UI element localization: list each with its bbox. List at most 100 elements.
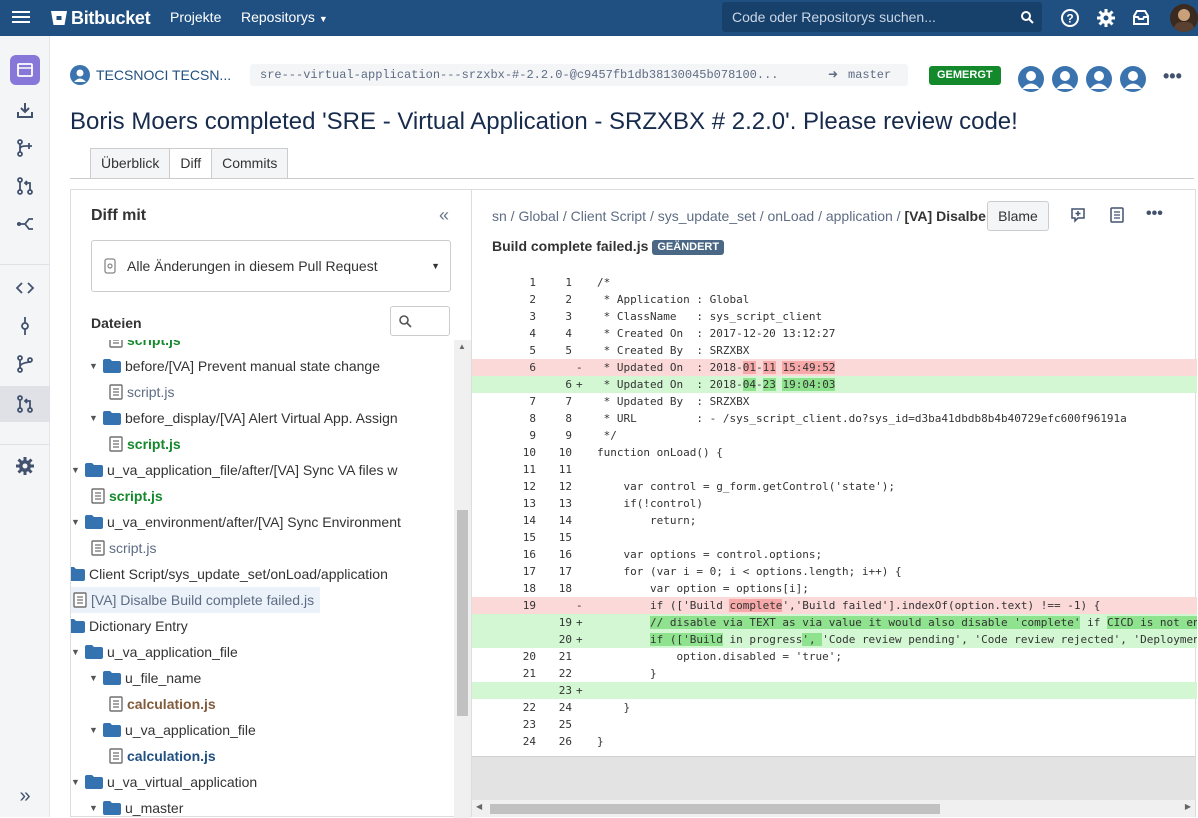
diff-line[interactable]: 7 7 * Updated By : SRZXBX	[472, 393, 1197, 410]
reviewer-avatar[interactable]	[1120, 66, 1146, 92]
diff-line[interactable]: 12 12 var control = g_form.getControl('st…	[472, 478, 1197, 495]
scroll-left-icon[interactable]: ◀	[476, 802, 482, 811]
more-icon[interactable]: •••	[1163, 66, 1182, 87]
caret-down-icon[interactable]: ▼	[89, 718, 103, 742]
caret-down-icon[interactable]: ▼	[89, 666, 103, 690]
sidebar-item-repo[interactable]	[0, 52, 50, 88]
collapse-panel-icon[interactable]: «	[439, 205, 449, 226]
caret-down-icon[interactable]: ▼	[71, 510, 85, 534]
sidebar-item-pull-requests[interactable]	[0, 386, 50, 422]
sidebar-item-settings[interactable]	[0, 448, 50, 484]
user-avatar[interactable]	[1170, 4, 1198, 32]
horizontal-scrollbar[interactable]: ◀ ▶	[472, 800, 1195, 817]
tree-folder[interactable]: ▼ u_va_environment/after/[VA] Sync Enviro…	[71, 509, 401, 535]
scrollbar-thumb[interactable]	[490, 804, 940, 814]
target-branch[interactable]: master	[848, 64, 902, 86]
diff-line[interactable]: 13 13 if(!control)	[472, 495, 1197, 512]
diff-line[interactable]: 14 14 return;	[472, 512, 1197, 529]
diff-line[interactable]: 6 + * Updated On : 2018-04-23 19:04:03	[472, 376, 1197, 393]
search-input[interactable]: Code oder Repositorys suchen...	[722, 2, 1042, 32]
diff-line[interactable]: 19 + // disable via TEXT as via value it …	[472, 614, 1197, 631]
bitbucket-logo[interactable]: Bitbucket	[50, 6, 151, 30]
tree-folder[interactable]: ▼Dictionary Entry	[71, 613, 188, 639]
diff-line[interactable]: 20 21 option.disabled = 'true';	[472, 648, 1197, 665]
diff-line[interactable]: 1 1 /*	[472, 274, 1197, 291]
sidebar-item-expand[interactable]: »	[0, 778, 50, 814]
nav-projekte[interactable]: Projekte	[170, 0, 221, 36]
reviewer-avatar[interactable]	[1052, 66, 1078, 92]
sidebar-item-fork[interactable]	[0, 206, 50, 242]
tab-diff[interactable]: Diff	[169, 148, 213, 179]
project-breadcrumb[interactable]: TECSNOCI TECSN...	[70, 65, 231, 85]
sidebar-item-commits[interactable]	[0, 308, 50, 344]
scrollbar-thumb[interactable]	[457, 510, 468, 716]
tree-file[interactable]: [VA] Disalbe Build complete failed.js	[71, 587, 321, 613]
tree-file[interactable]: script.js	[89, 483, 163, 509]
caret-down-icon[interactable]: ▼	[89, 406, 103, 430]
tree-file[interactable]: script.js	[107, 340, 181, 353]
sidebar-item-source[interactable]	[0, 270, 50, 306]
caret-down-icon[interactable]: ▼	[71, 458, 85, 482]
menu-icon[interactable]	[10, 8, 32, 28]
diff-line[interactable]: 18 18 var option = options[i];	[472, 580, 1197, 597]
tree-folder[interactable]: ▼Client Script/sys_update_set/onLoad/app…	[71, 561, 388, 587]
diff-line[interactable]: 20 + if (['Build in progress', 'Code revi…	[472, 631, 1197, 648]
tree-folder[interactable]: ▼ u_va_application_file	[89, 717, 256, 743]
tree-file[interactable]: calculation.js	[107, 743, 216, 769]
diff-line[interactable]: 3 3 * ClassName : sys_script_client	[472, 308, 1197, 325]
sidebar-item-clone[interactable]	[0, 92, 50, 128]
sidebar-item-create-pr[interactable]	[0, 168, 50, 204]
sidebar-item-branches[interactable]	[0, 346, 50, 382]
add-comment-icon[interactable]	[1070, 207, 1086, 223]
diff-line[interactable]: 22 24 }	[472, 699, 1197, 716]
nav-repositorys[interactable]: Repositorys ▼	[241, 0, 328, 36]
tree-folder[interactable]: ▼ u_master	[89, 795, 183, 818]
reviewer-avatar[interactable]	[1086, 66, 1112, 92]
blame-button[interactable]: Blame	[987, 201, 1049, 231]
diff-line[interactable]: 11 11	[472, 461, 1197, 478]
tree-folder[interactable]: ▼ u_va_application_file/after/[VA] Sync V…	[71, 457, 398, 483]
tree-file[interactable]: script.js	[107, 431, 181, 457]
diff-line[interactable]: 19 - if (['Build complete','Build failed'…	[472, 597, 1197, 614]
diff-line[interactable]: 5 5 * Created By : SRZXBX	[472, 342, 1197, 359]
inbox-icon[interactable]	[1131, 8, 1151, 28]
sidebar-item-create-branch[interactable]	[0, 130, 50, 166]
diff-line[interactable]: 2 2 * Application : Global	[472, 291, 1197, 308]
tree-file[interactable]: calculation.js	[107, 691, 216, 717]
diff-line[interactable]: 16 16 var options = control.options;	[472, 546, 1197, 563]
diff-line[interactable]: 6 - * Updated On : 2018-01-11 15:49:52	[472, 359, 1197, 376]
caret-down-icon[interactable]: ▼	[71, 640, 85, 664]
caret-down-icon[interactable]: ▼	[89, 354, 103, 378]
tab-overview[interactable]: Überblick	[90, 148, 171, 179]
diff-line[interactable]: 21 22 }	[472, 665, 1197, 682]
diff-line[interactable]: 9 9 */	[472, 427, 1197, 444]
scroll-right-icon[interactable]: ▶	[1185, 802, 1191, 811]
tree-folder[interactable]: ▼ u_file_name	[89, 665, 201, 691]
diff-line[interactable]: 4 4 * Created On : 2017-12-20 13:12:27	[472, 325, 1197, 342]
file-filter-input[interactable]	[390, 306, 450, 336]
tree-folder[interactable]: ▼ u_va_application_file	[71, 639, 238, 665]
tab-commits[interactable]: Commits	[211, 148, 289, 179]
caret-down-icon[interactable]: ▼	[89, 796, 103, 818]
reviewer-avatar[interactable]	[1018, 66, 1044, 92]
gear-icon[interactable]	[1096, 8, 1116, 28]
diff-line[interactable]: 10 10 function onLoad() {	[472, 444, 1197, 461]
tree-file[interactable]: script.js	[107, 379, 174, 405]
tree-folder[interactable]: ▼ before/[VA] Prevent manual state change	[89, 353, 380, 379]
caret-down-icon[interactable]: ▼	[71, 770, 85, 794]
diff-line[interactable]: 24 26}	[472, 733, 1197, 750]
diff-scope-select[interactable]: Alle Änderungen in diesem Pull Request ▼	[91, 240, 451, 292]
scroll-up-icon[interactable]: ▲	[458, 342, 466, 351]
tree-scrollbar[interactable]: ▲	[454, 340, 471, 818]
diff-line[interactable]: 8 8 * URL : - /sys_script_client.do?sys_i…	[472, 410, 1197, 427]
diff-line[interactable]: 23 25	[472, 716, 1197, 733]
diff-line[interactable]: 23 +	[472, 682, 1197, 699]
help-icon[interactable]: ?	[1060, 8, 1080, 28]
tree-folder[interactable]: ▼ u_va_virtual_application	[71, 769, 257, 795]
diff-line[interactable]: 15 15	[472, 529, 1197, 546]
tree-file[interactable]: script.js	[89, 535, 156, 561]
view-file-icon[interactable]	[1110, 207, 1124, 223]
source-branch[interactable]: sre---virtual-application---srzxbx-#-2.2…	[260, 68, 778, 82]
more-options-icon[interactable]: •••	[1146, 205, 1163, 223]
tree-folder[interactable]: ▼ before_display/[VA] Alert Virtual App. …	[89, 405, 398, 431]
